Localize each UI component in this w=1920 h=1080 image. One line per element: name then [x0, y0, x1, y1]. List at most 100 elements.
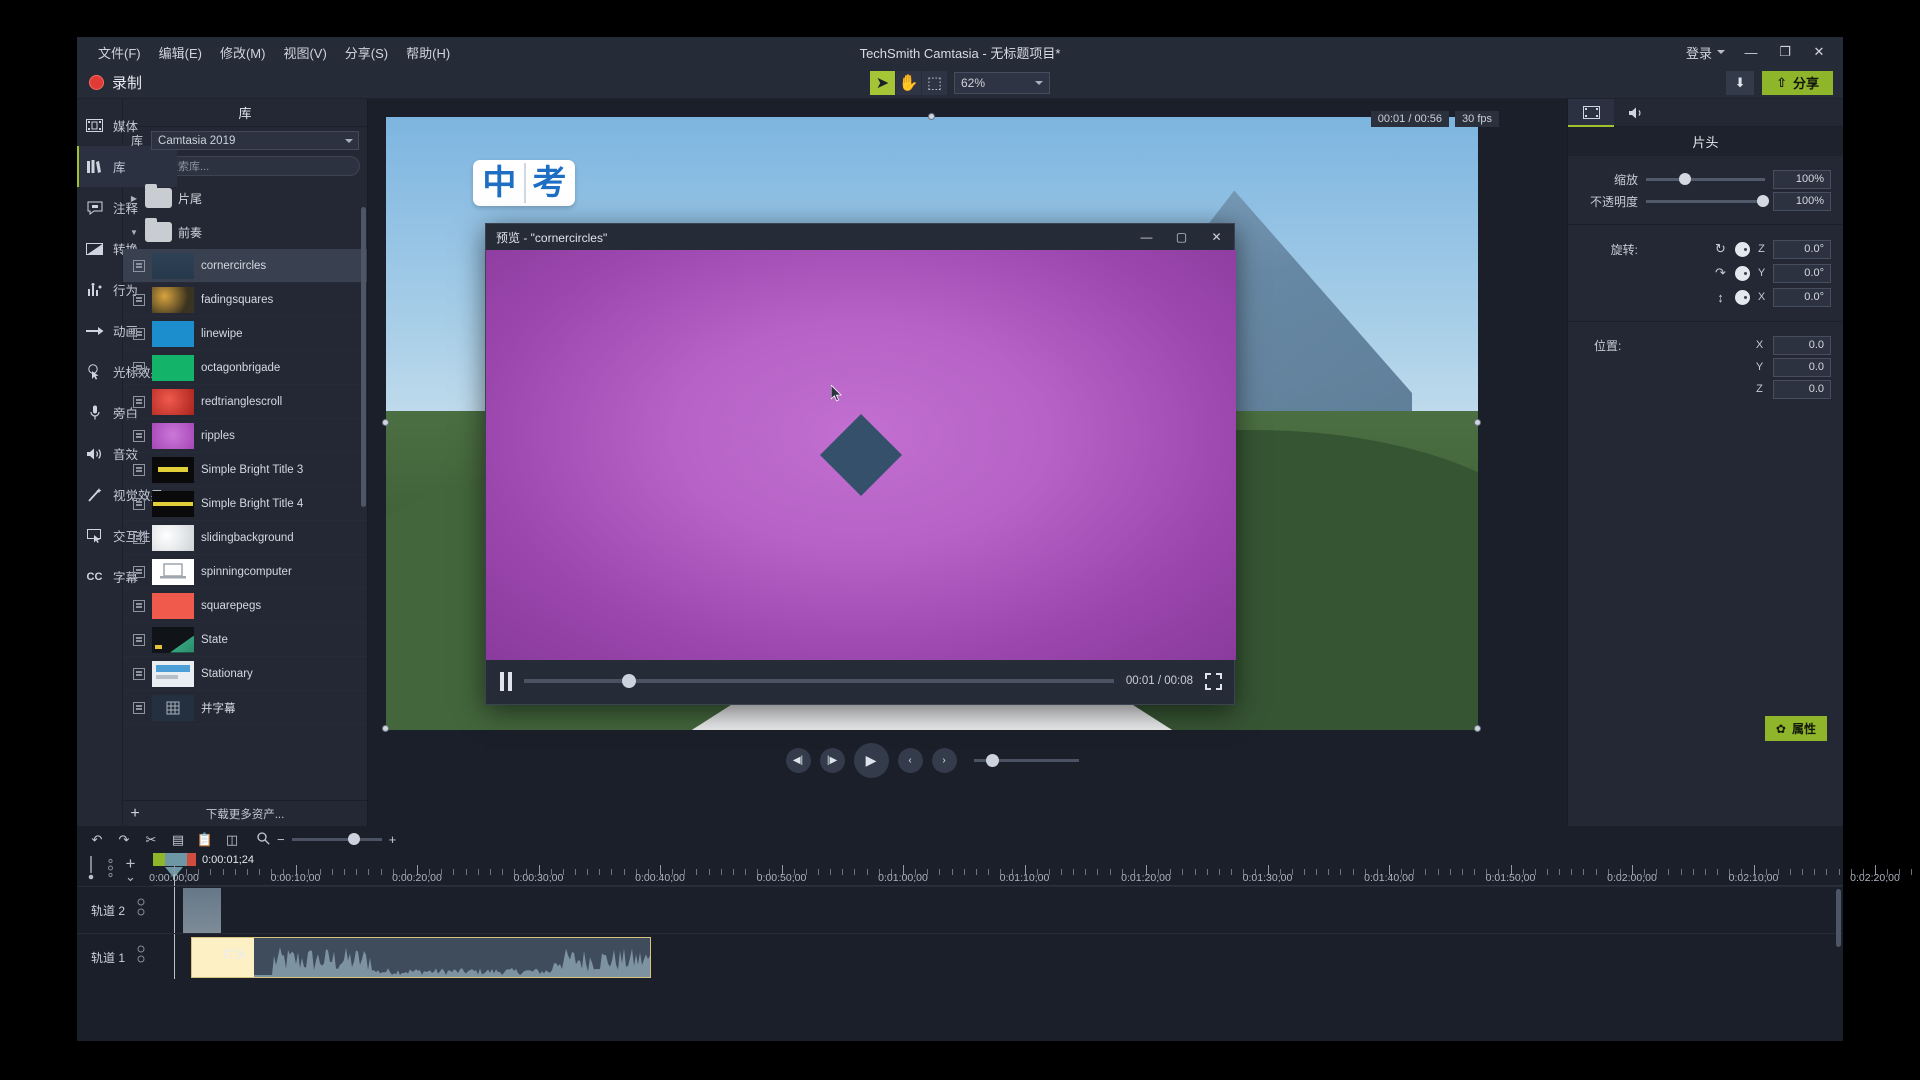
- track-lane-2[interactable]: [153, 886, 1843, 933]
- seek-slider[interactable]: [524, 674, 1114, 688]
- menu-modify[interactable]: 修改(M): [211, 40, 275, 65]
- rotation-dial-y[interactable]: [1735, 265, 1750, 281]
- scale-slider[interactable]: [1646, 172, 1765, 185]
- list-item[interactable]: 并字幕: [123, 691, 367, 725]
- list-item[interactable]: redtrianglescroll: [123, 385, 367, 419]
- redo-button[interactable]: ↷: [112, 829, 136, 851]
- prev-marker-button[interactable]: ‹: [897, 747, 923, 773]
- list-item[interactable]: cornercircles: [123, 249, 367, 283]
- close-button[interactable]: ✕: [1803, 39, 1835, 65]
- position-y-value[interactable]: 0.0: [1773, 357, 1831, 377]
- menu-share[interactable]: 分享(S): [336, 40, 397, 65]
- timeline-ruler[interactable]: 0:00:01;24 0:00:00;00 0:00:10;00 0:00:20;0…: [149, 852, 1913, 979]
- rotation-z-value[interactable]: 0.0°: [1773, 239, 1831, 259]
- crop-tool-button[interactable]: ⬚: [922, 70, 947, 95]
- list-item[interactable]: Stationary: [123, 657, 367, 691]
- share-button[interactable]: ⇧ 分享: [1762, 70, 1833, 95]
- collapse-tracks-button[interactable]: ⌄: [125, 870, 136, 883]
- preview-video[interactable]: [486, 250, 1236, 660]
- opacity-knob[interactable]: [1756, 194, 1769, 207]
- opacity-value[interactable]: 100%: [1773, 191, 1831, 211]
- list-item[interactable]: Simple Bright Title 4: [123, 487, 367, 521]
- copy-button[interactable]: ▤: [166, 829, 190, 851]
- maximize-button[interactable]: ❐: [1769, 39, 1801, 65]
- track-lane-1[interactable]: 片头: [153, 933, 1843, 980]
- track-header-1[interactable]: 轨道 1: [77, 933, 153, 980]
- dialog-close-button[interactable]: ✕: [1199, 224, 1234, 250]
- cut-button[interactable]: ✂: [139, 829, 163, 851]
- list-item[interactable]: ripples: [123, 419, 367, 453]
- dialog-minimize-button[interactable]: —: [1129, 224, 1164, 250]
- pause-button[interactable]: [500, 671, 512, 691]
- track-audio-toggle[interactable]: [106, 856, 115, 883]
- resize-handle-bottom-left[interactable]: [382, 725, 389, 732]
- next-marker-button[interactable]: ›: [931, 747, 957, 773]
- select-tool-button[interactable]: ➤: [870, 70, 895, 95]
- minimize-button[interactable]: —: [1735, 39, 1767, 65]
- paste-button[interactable]: 📋: [193, 829, 217, 851]
- track-toggles[interactable]: [137, 945, 145, 965]
- menu-edit[interactable]: 编辑(E): [150, 40, 211, 65]
- scale-knob[interactable]: [1679, 172, 1692, 185]
- list-item[interactable]: spinningcomputer: [123, 555, 367, 589]
- menu-file[interactable]: 文件(F): [89, 40, 150, 65]
- record-button[interactable]: 录制: [89, 72, 142, 93]
- rotation-x-value[interactable]: 0.0°: [1773, 287, 1831, 307]
- library-list[interactable]: ▶ 片尾 ▼ 前奏 cornercircles fadingsquares li…: [123, 181, 367, 800]
- timeline-zoom-slider[interactable]: [291, 833, 382, 845]
- playhead-start-handle[interactable]: [153, 853, 165, 866]
- step-forward-button[interactable]: |▶: [819, 747, 845, 773]
- fullscreen-button[interactable]: [1205, 672, 1222, 690]
- list-item[interactable]: squarepegs: [123, 589, 367, 623]
- list-item[interactable]: octagonbrigade: [123, 351, 367, 385]
- menu-view[interactable]: 视图(V): [274, 40, 335, 65]
- step-back-button[interactable]: ◀|: [785, 747, 811, 773]
- list-item[interactable]: State: [123, 623, 367, 657]
- timeline-clip-track1[interactable]: [191, 937, 651, 978]
- list-item[interactable]: linewipe: [123, 317, 367, 351]
- timeline-zoom-knob[interactable]: [347, 833, 360, 845]
- playhead-body[interactable]: [165, 853, 187, 866]
- resize-handle-right[interactable]: [1474, 419, 1481, 426]
- download-button[interactable]: ⬇: [1726, 70, 1755, 95]
- resize-handle-top[interactable]: [928, 113, 935, 120]
- tab-video-properties[interactable]: [1568, 99, 1614, 127]
- list-item[interactable]: Simple Bright Title 3: [123, 453, 367, 487]
- preview-dialog[interactable]: 预览 - "cornercircles" — ▢ ✕ 00:01 / 00:08: [485, 223, 1236, 705]
- play-button[interactable]: ▶: [853, 742, 889, 778]
- scale-value[interactable]: 100%: [1773, 169, 1831, 189]
- rotation-dial-x[interactable]: [1735, 289, 1750, 305]
- resize-handle-left[interactable]: [382, 419, 389, 426]
- seek-knob[interactable]: [622, 674, 636, 688]
- split-button[interactable]: ◫: [220, 829, 244, 851]
- library-folder-qianzou[interactable]: ▼ 前奏: [123, 215, 367, 249]
- track-toggles[interactable]: [137, 898, 145, 918]
- zoom-in-button[interactable]: +: [389, 832, 397, 847]
- library-folder-pianwei[interactable]: ▶ 片尾: [123, 181, 367, 215]
- timeline-clip-track2[interactable]: [183, 888, 221, 933]
- timeline-tracks[interactable]: 0:00:01;24 0:00:00;00 0:00:10;00 0:00:20;0…: [149, 852, 1913, 980]
- resize-handle-bottom-right[interactable]: [1474, 725, 1481, 732]
- list-item[interactable]: fadingsquares: [123, 283, 367, 317]
- zoom-level-select[interactable]: 62%: [954, 71, 1050, 94]
- undo-button[interactable]: ↶: [85, 829, 109, 851]
- hand-tool-button[interactable]: ✋: [896, 70, 921, 95]
- playhead-marker[interactable]: 0:00:01;24: [153, 852, 254, 867]
- timeline-scrollbar[interactable]: [1836, 889, 1841, 947]
- zoom-icon[interactable]: [257, 831, 270, 848]
- library-combo[interactable]: Camtasia 2019: [151, 131, 359, 150]
- download-more-assets-link[interactable]: 下载更多资产...: [123, 806, 367, 822]
- attributes-button[interactable]: ✿ 属性: [1764, 716, 1827, 741]
- volume-knob[interactable]: [985, 753, 999, 767]
- position-x-value[interactable]: 0.0: [1773, 335, 1831, 355]
- tab-audio-properties[interactable]: [1614, 99, 1660, 126]
- zoom-out-button[interactable]: −: [277, 832, 285, 847]
- dialog-titlebar[interactable]: 预览 - "cornercircles" — ▢ ✕: [486, 224, 1234, 250]
- playhead-end-handle[interactable]: [187, 853, 196, 866]
- rotation-dial-z[interactable]: [1735, 241, 1750, 257]
- rotation-y-value[interactable]: 0.0°: [1773, 263, 1831, 283]
- menu-help[interactable]: 帮助(H): [397, 40, 459, 65]
- volume-slider[interactable]: [973, 753, 1079, 767]
- dialog-maximize-button[interactable]: ▢: [1164, 224, 1199, 250]
- add-track-button[interactable]: +: [125, 855, 135, 872]
